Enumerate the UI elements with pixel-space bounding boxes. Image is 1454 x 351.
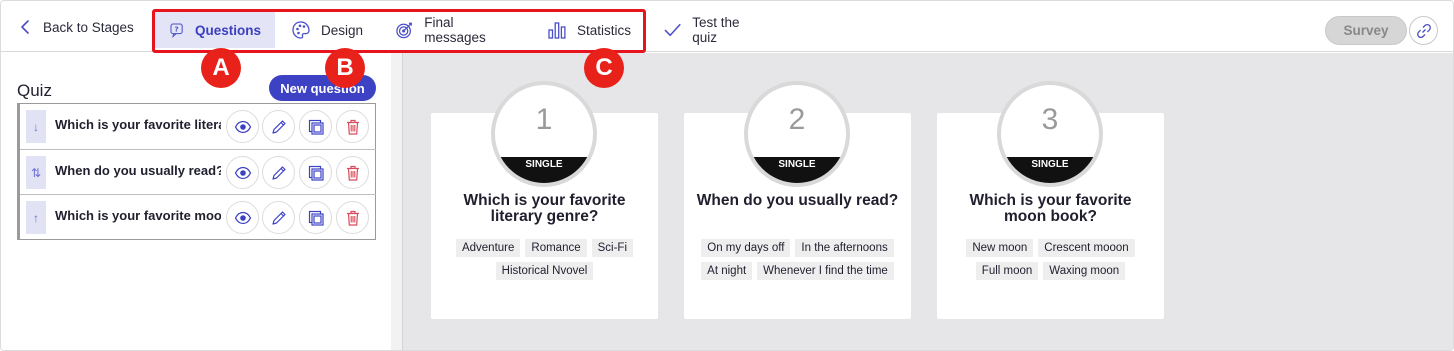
palette-icon [292,21,310,39]
move-down-handle[interactable]: ↓ [26,110,46,143]
survey-button[interactable]: Survey [1325,16,1407,45]
preview-button[interactable] [226,156,259,189]
question-list: ↓ Which is your favorite literary genre?… [17,103,376,240]
callout-marker-a: A [201,48,241,88]
svg-text:?: ? [175,25,179,34]
duplicate-button[interactable] [299,110,332,143]
answer-chip: Waxing moon [1043,262,1126,280]
target-icon [396,22,412,39]
reorder-handle[interactable]: ⇅ [26,156,46,189]
tab-final-messages[interactable]: Final messages [381,12,529,48]
chevron-left-icon [21,20,29,34]
answer-chip: At night [701,262,753,280]
tab-questions-label: Questions [194,22,261,38]
answer-options: New moon Crescent mooon Full moon Waxing… [945,239,1156,280]
app-window: Back to Stages ? Questions Design Final … [0,0,1454,351]
answer-chip: Full moon [975,262,1039,280]
duplicate-icon [308,210,324,226]
pencil-icon [271,165,286,180]
back-label: Back to Stages [43,19,134,35]
callout-marker-b: B [325,48,365,88]
answer-chip: Historical Nvovel [495,262,594,280]
eye-icon [234,120,251,133]
eye-icon [234,211,251,224]
duplicate-icon [308,165,324,181]
edit-button[interactable] [262,156,295,189]
answer-chip: Whenever I find the time [757,262,894,280]
bar-chart-icon [548,22,566,39]
question-type-label: SINGLE [495,157,593,183]
copy-link-button[interactable] [1409,16,1438,45]
trash-icon [346,165,359,181]
tab-design[interactable]: Design [277,12,377,48]
tab-design-label: Design [320,22,363,38]
answer-chip: In the afternoons [795,239,894,257]
sidebar-title: Quiz [17,81,52,100]
question-bubble-icon: ? [170,23,183,38]
question-type-label: SINGLE [748,157,846,183]
question-card[interactable]: 2 SINGLE When do you usually read? On my… [684,81,911,319]
tab-final-messages-label: Final messages [424,15,486,45]
question-number-badge: 3 SINGLE [997,81,1103,187]
question-number-badge: 1 SINGLE [491,81,597,187]
question-row[interactable]: ↑ Which is your favorite moon book? [20,194,376,239]
pencil-icon [271,119,286,134]
duplicate-button[interactable] [299,201,332,234]
delete-button[interactable] [336,156,369,189]
edit-button[interactable] [262,110,295,143]
edit-button[interactable] [262,201,295,234]
card-question-title: Which is your favorite moon book? [969,192,1132,225]
tab-statistics[interactable]: Statistics [533,12,645,48]
pencil-icon [271,210,286,225]
answer-chip: Sci-Fi [591,239,634,257]
tab-test-the-quiz[interactable]: Test the quiz [649,12,779,48]
tab-questions[interactable]: ? Questions [155,12,275,48]
link-icon [1416,23,1431,38]
question-sidebar: Quiz New question ↓ Which is your favori… [1,53,391,350]
question-number: 2 [788,103,806,136]
question-text: Which is your favorite literary genre? [55,117,221,132]
panel-divider[interactable] [391,53,403,350]
duplicate-button[interactable] [299,156,332,189]
answer-chip: Crescent mooon [1038,239,1135,257]
question-card[interactable]: 1 SINGLE Which is your favorite literary… [431,81,658,319]
question-card[interactable]: 3 SINGLE Which is your favorite moon boo… [937,81,1164,319]
question-number-badge: 2 SINGLE [744,81,850,187]
question-row[interactable]: ↓ Which is your favorite literary genre? [20,104,376,149]
back-to-stages-link[interactable]: Back to Stages [19,15,134,39]
checkmark-icon [664,23,681,37]
callout-marker-c: C [584,48,624,88]
trash-icon [346,210,359,226]
answer-chip: New moon [966,239,1034,257]
answer-chip: On my days off [701,239,791,257]
question-text: When do you usually read? [55,163,221,178]
question-number: 1 [535,103,553,136]
answer-options: Adventure Romance Sci-Fi Historical Nvov… [439,239,650,280]
top-navigation-bar: Back to Stages ? Questions Design Final … [1,1,1453,53]
move-up-handle[interactable]: ↑ [26,201,46,234]
duplicate-icon [308,119,324,135]
delete-button[interactable] [336,110,369,143]
preview-button[interactable] [226,201,259,234]
delete-button[interactable] [336,201,369,234]
question-number: 3 [1041,103,1059,136]
tab-test-label: Test the quiz [692,15,740,45]
question-preview-canvas: 1 SINGLE Which is your favorite literary… [403,53,1453,350]
answer-chip: Romance [525,239,587,257]
answer-chip: Adventure [455,239,521,257]
card-question-title: When do you usually read? [696,192,899,209]
eye-icon [234,166,251,179]
question-text: Which is your favorite moon book? [55,208,221,223]
tab-statistics-label: Statistics [576,22,631,38]
question-row[interactable]: ⇅ When do you usually read? [20,149,376,194]
card-question-title: Which is your favorite literary genre? [463,192,626,225]
trash-icon [346,119,359,135]
preview-button[interactable] [226,110,259,143]
answer-options: On my days off In the afternoons At nigh… [692,239,903,280]
question-type-label: SINGLE [1001,157,1099,183]
